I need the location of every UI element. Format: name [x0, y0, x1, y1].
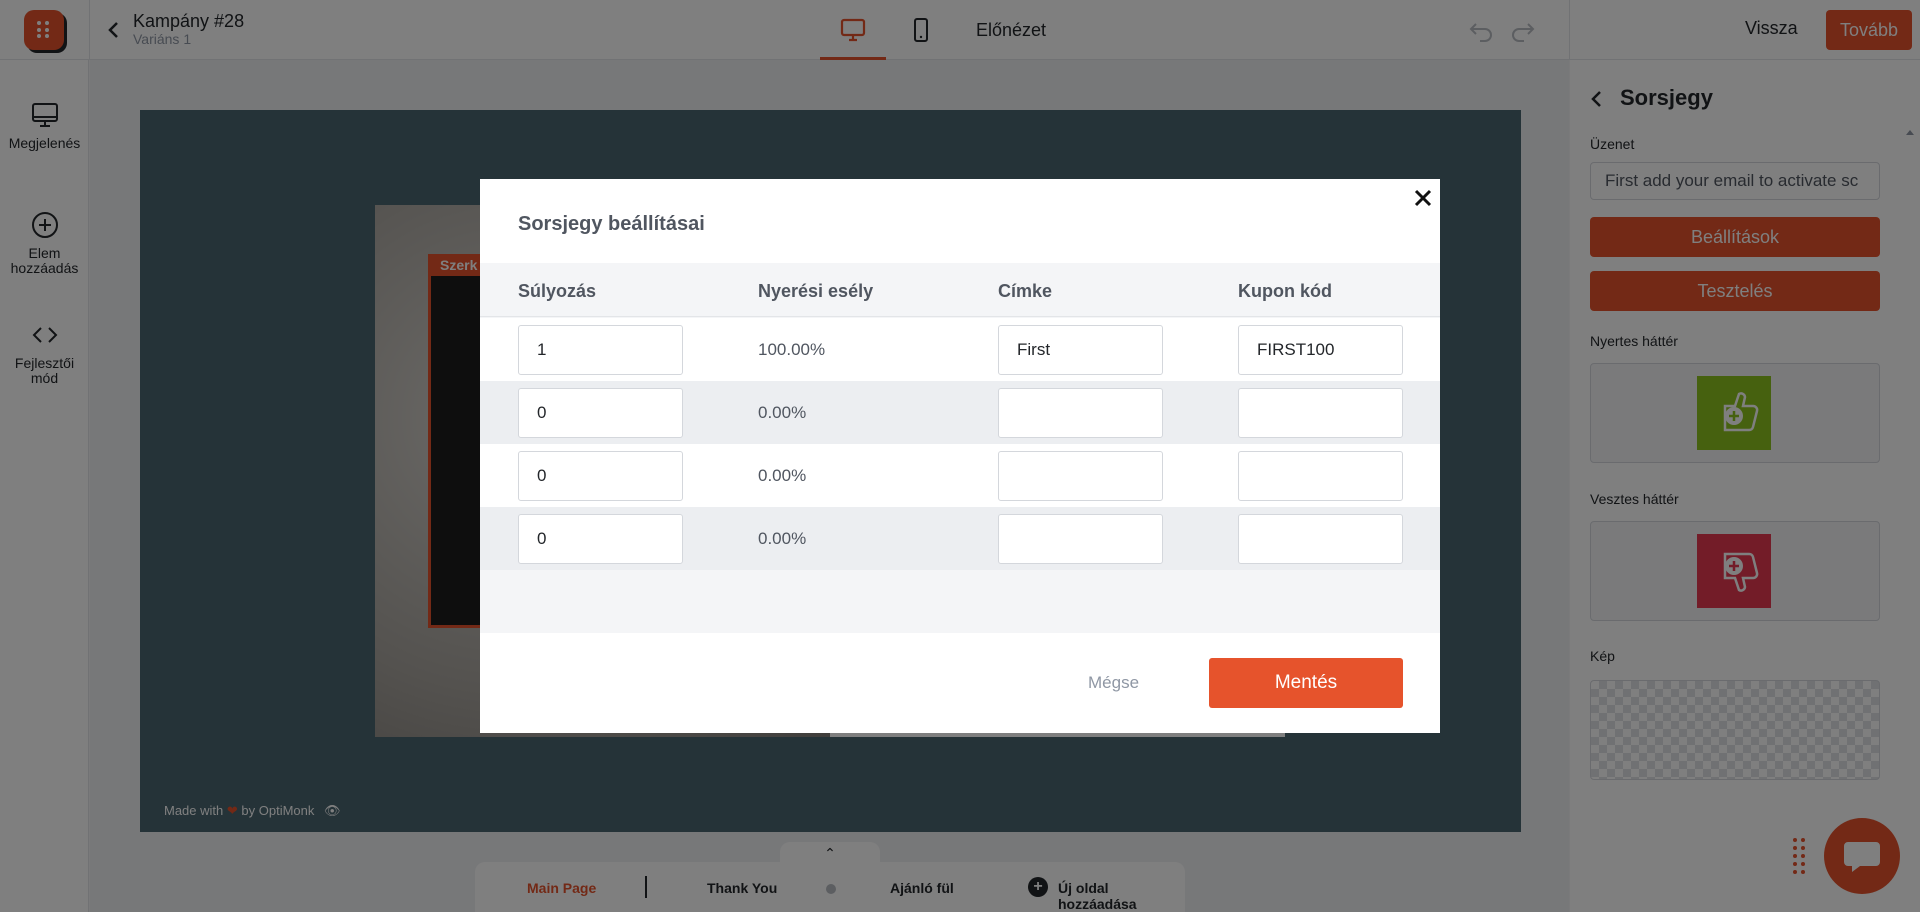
prize-table: Súlyozás Nyerési esély Címke Kupon kód 1… — [480, 263, 1440, 633]
label-input[interactable] — [998, 514, 1163, 564]
weight-input[interactable]: 0 — [518, 451, 683, 501]
label-input[interactable]: First — [998, 325, 1163, 375]
coupon-input[interactable] — [1238, 388, 1403, 438]
close-icon[interactable] — [1412, 187, 1434, 209]
save-button[interactable]: Mentés — [1209, 658, 1403, 708]
coupon-input[interactable]: FIRST100 — [1238, 325, 1403, 375]
column-header: Súlyozás — [518, 281, 597, 301]
table-header: Súlyozás Nyerési esély Címke Kupon kód — [480, 263, 1440, 317]
win-chance: 100.00% — [758, 340, 826, 359]
weight-input[interactable]: 0 — [518, 514, 683, 564]
column-header: Kupon kód — [1238, 281, 1332, 301]
table-row: 1 100.00% First FIRST100 — [480, 318, 1440, 381]
label-input[interactable] — [998, 451, 1163, 501]
win-chance: 0.00% — [758, 403, 807, 422]
win-chance: 0.00% — [758, 466, 807, 485]
label-input[interactable] — [998, 388, 1163, 438]
modal-title: Sorsjegy beállításai — [518, 213, 705, 235]
coupon-input[interactable] — [1238, 451, 1403, 501]
weight-input[interactable]: 1 — [518, 325, 683, 375]
table-row: 0 0.00% — [480, 444, 1440, 507]
table-row: 0 0.00% — [480, 381, 1440, 444]
weight-input[interactable]: 0 — [518, 388, 683, 438]
coupon-input[interactable] — [1238, 514, 1403, 564]
column-header: Címke — [998, 281, 1053, 301]
table-row: 0 0.00% — [480, 507, 1440, 570]
cancel-button[interactable]: Mégse — [1088, 673, 1139, 693]
scratch-card-settings-modal: Sorsjegy beállításai Súlyozás Nyerési es… — [480, 179, 1440, 733]
win-chance: 0.00% — [758, 529, 807, 548]
column-header: Nyerési esély — [758, 281, 874, 301]
